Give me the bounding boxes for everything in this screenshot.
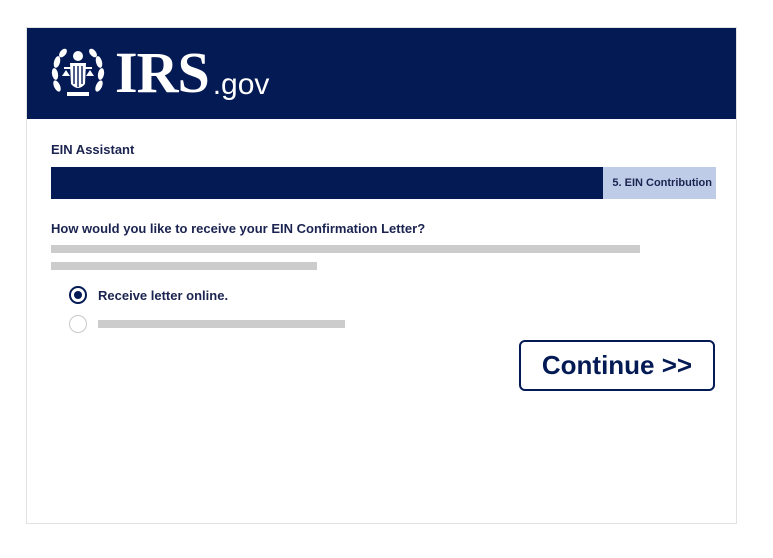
progress-fill bbox=[51, 167, 603, 199]
site-header: IRS .gov bbox=[27, 28, 736, 119]
logo-suffix: .gov bbox=[212, 68, 270, 101]
redacted-text-line bbox=[51, 262, 317, 270]
redacted-text-line bbox=[51, 245, 640, 253]
option-receive-online[interactable]: Receive letter online. bbox=[69, 286, 228, 304]
radio-button-unselected[interactable] bbox=[69, 315, 87, 333]
irs-eagle-icon bbox=[51, 48, 105, 96]
option-label: Receive letter online. bbox=[98, 287, 229, 303]
assistant-title: EIN Assistant bbox=[51, 142, 135, 157]
irs-logo[interactable]: IRS .gov bbox=[49, 40, 270, 105]
redacted-option-label bbox=[98, 320, 345, 328]
progress-step-label: 5. EIN Contribution bbox=[612, 177, 712, 189]
progress-bar: 5. EIN Contribution bbox=[51, 167, 716, 199]
continue-button[interactable]: Continue >> bbox=[519, 340, 715, 391]
page-frame: IRS .gov EIN Assistant 5. EIN Contributi… bbox=[26, 27, 737, 524]
option-alternate[interactable] bbox=[69, 315, 345, 333]
question-text: How would you like to receive your EIN C… bbox=[51, 221, 426, 236]
radio-button-selected[interactable] bbox=[69, 286, 87, 304]
logo-wordmark: IRS bbox=[115, 40, 210, 105]
